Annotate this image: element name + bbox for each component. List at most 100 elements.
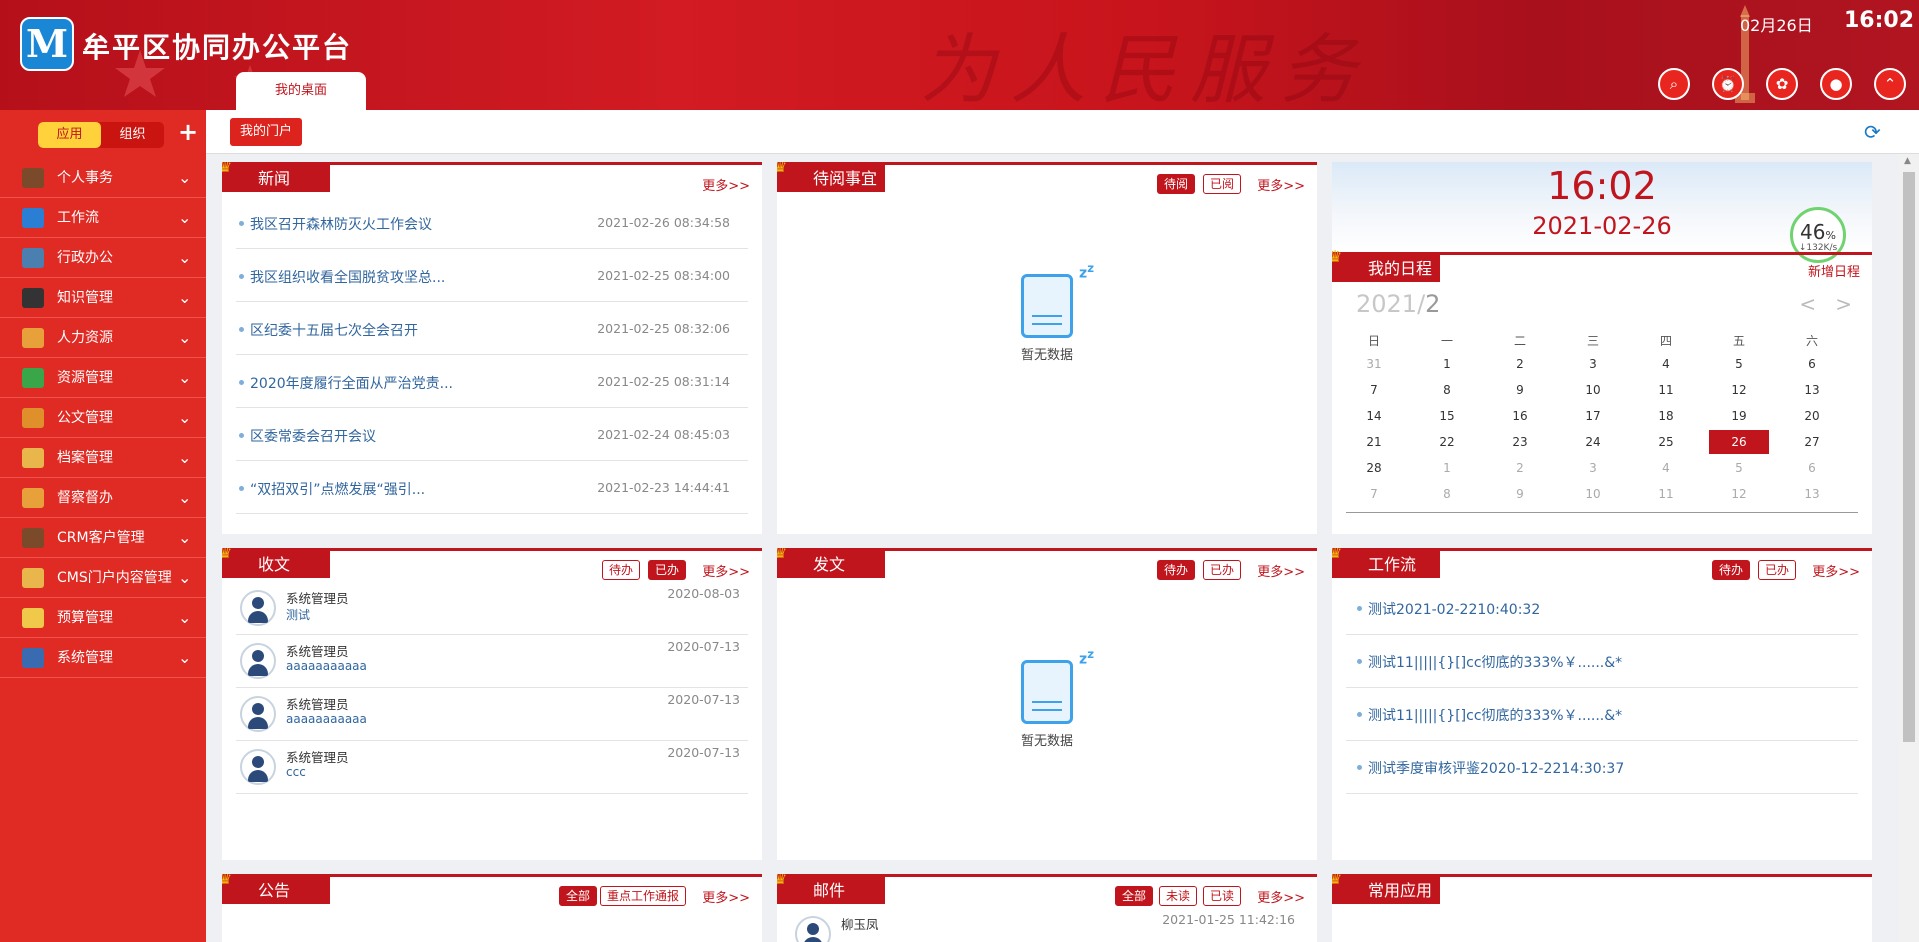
prev-month-icon[interactable]: < <box>1799 292 1816 316</box>
news-row[interactable]: 区纪委十五届七次全会召开 2021-02-25 08:32:06 <box>236 302 748 355</box>
doc-subject[interactable]: aaaaaaaaaaa <box>286 712 367 726</box>
collapse-icon[interactable]: ⌃ <box>1874 68 1906 100</box>
doc-subject[interactable]: 测试 <box>286 606 310 623</box>
calendar-day[interactable]: 16 <box>1490 404 1550 428</box>
sidebar-item[interactable]: CRM客户管理 ⌄ <box>0 518 206 558</box>
workflow-row[interactable]: 测试11|||||{}[]cc彻底的333%￥......&* <box>1346 635 1858 688</box>
calendar-day[interactable]: 7 <box>1344 378 1404 402</box>
news-title[interactable]: 我区组织收看全国脱贫攻坚总... <box>238 267 445 287</box>
workflow-row[interactable]: 测试11|||||{}[]cc彻底的333%￥......&* <box>1346 688 1858 741</box>
workflow-row[interactable]: 测试2021-02-2210:40:32 <box>1346 582 1858 635</box>
skin-icon[interactable]: ✿ <box>1766 68 1798 100</box>
news-title[interactable]: “双招双引”点燃发展“强引... <box>238 479 425 499</box>
refresh-icon[interactable]: ⟳ <box>1864 120 1881 144</box>
segment-org[interactable]: 组织 <box>101 122 164 148</box>
news-row[interactable]: 区委常委会召开会议 2021-02-24 08:45:03 <box>236 408 748 461</box>
received-row[interactable]: 系统管理员 测试 2020-08-03 <box>236 582 748 635</box>
calendar-day[interactable]: 1 <box>1417 352 1477 376</box>
doc-subject[interactable]: ccc <box>286 765 306 779</box>
workflow-title[interactable]: 测试11|||||{}[]cc彻底的333%￥......&* <box>1356 652 1622 672</box>
next-month-icon[interactable]: > <box>1835 292 1852 316</box>
workflow-title[interactable]: 测试11|||||{}[]cc彻底的333%￥......&* <box>1356 705 1622 725</box>
chevron-down-icon[interactable]: ⌄ <box>178 598 191 638</box>
workflow-row[interactable]: 测试季度审核评鉴2020-12-2214:30:37 <box>1346 741 1858 794</box>
calendar-day[interactable]: 19 <box>1709 404 1769 428</box>
scrollbar[interactable]: ▲ <box>1899 154 1919 942</box>
calendar-day[interactable]: 4 <box>1636 456 1696 480</box>
calendar-day[interactable]: 27 <box>1782 430 1842 454</box>
calendar-day[interactable]: 12 <box>1709 482 1769 506</box>
sidebar-item[interactable]: 公文管理 ⌄ <box>0 398 206 438</box>
news-title[interactable]: 2020年度履行全面从严治党责... <box>239 373 453 393</box>
sidebar-item[interactable]: 预算管理 ⌄ <box>0 598 206 638</box>
chevron-down-icon[interactable]: ⌄ <box>178 518 191 558</box>
tab-done[interactable]: 已办 <box>1757 560 1796 580</box>
chevron-down-icon[interactable]: ⌄ <box>178 438 191 478</box>
more-link[interactable]: 更多>> <box>702 175 750 194</box>
more-link[interactable]: 更多>> <box>702 561 750 580</box>
sidebar-item[interactable]: 系统管理 ⌄ <box>0 638 206 678</box>
doc-subject[interactable]: aaaaaaaaaaa <box>286 659 367 673</box>
calendar-day[interactable]: 31 <box>1344 352 1404 376</box>
workflow-title[interactable]: 测试2021-02-2210:40:32 <box>1356 599 1540 619</box>
alarm-icon[interactable]: ⏰ <box>1712 68 1744 100</box>
tab-read[interactable]: 已阅 <box>1202 174 1241 194</box>
more-link[interactable]: 更多>> <box>1257 887 1305 906</box>
tab-unread[interactable]: 未读 <box>1158 886 1197 906</box>
calendar-day[interactable]: 26 <box>1709 430 1769 454</box>
scrollbar-thumb[interactable] <box>1903 172 1915 742</box>
calendar-day[interactable]: 13 <box>1782 482 1842 506</box>
sidebar-item[interactable]: 工作流 ⌄ <box>0 198 206 238</box>
tab-my-desktop[interactable]: 我的桌面 <box>236 72 366 110</box>
calendar-day[interactable]: 11 <box>1636 482 1696 506</box>
chevron-down-icon[interactable]: ⌄ <box>178 398 191 438</box>
add-icon[interactable]: + <box>178 118 198 146</box>
chevron-down-icon[interactable]: ⌄ <box>178 558 191 598</box>
calendar-day[interactable]: 23 <box>1490 430 1550 454</box>
tab-done[interactable]: 已办 <box>1202 560 1241 580</box>
sidebar-item[interactable]: CMS门户内容管理 ⌄ <box>0 558 206 598</box>
chevron-down-icon[interactable]: ⌄ <box>178 318 191 358</box>
calendar-day[interactable]: 6 <box>1782 456 1842 480</box>
news-title[interactable]: 区纪委十五届七次全会召开 <box>239 320 418 340</box>
chevron-down-icon[interactable]: ⌄ <box>178 278 191 318</box>
sidebar-item[interactable]: 督察督办 ⌄ <box>0 478 206 518</box>
calendar-day[interactable]: 2 <box>1490 352 1550 376</box>
more-link[interactable]: 更多>> <box>1257 561 1305 580</box>
more-link[interactable]: 更多>> <box>702 887 750 906</box>
more-link[interactable]: 更多>> <box>1257 175 1305 194</box>
calendar-day[interactable]: 1 <box>1417 456 1477 480</box>
calendar-day[interactable]: 8 <box>1417 378 1477 402</box>
calendar-day[interactable]: 20 <box>1782 404 1842 428</box>
sidebar-item[interactable]: 行政办公 ⌄ <box>0 238 206 278</box>
tab-key-work[interactable]: 重点工作通报 <box>599 886 686 906</box>
chevron-down-icon[interactable]: ⌄ <box>178 638 191 678</box>
calendar-day[interactable]: 13 <box>1782 378 1842 402</box>
tab-done[interactable]: 已办 <box>647 560 686 580</box>
segment-apps[interactable]: 应用 <box>38 122 101 148</box>
user-icon[interactable]: ● <box>1820 68 1852 100</box>
calendar-day[interactable]: 2 <box>1490 456 1550 480</box>
chevron-down-icon[interactable]: ⌄ <box>178 158 191 198</box>
calendar-day[interactable]: 14 <box>1344 404 1404 428</box>
received-row[interactable]: 系统管理员 aaaaaaaaaaa 2020-07-13 <box>236 635 748 688</box>
calendar-day[interactable]: 21 <box>1344 430 1404 454</box>
tab-todo[interactable]: 待办 <box>1156 560 1195 580</box>
calendar-day[interactable]: 11 <box>1636 378 1696 402</box>
received-row[interactable]: 系统管理员 ccc 2020-07-13 <box>236 741 748 794</box>
calendar-day[interactable]: 25 <box>1636 430 1696 454</box>
calendar-day[interactable]: 3 <box>1563 456 1623 480</box>
calendar-day[interactable]: 5 <box>1709 352 1769 376</box>
news-title[interactable]: 我区召开森林防灭火工作会议 <box>239 214 432 234</box>
sidebar-item[interactable]: 个人事务 ⌄ <box>0 158 206 198</box>
news-row[interactable]: 我区组织收看全国脱贫攻坚总... 2021-02-25 08:34:00 <box>236 249 748 302</box>
calendar-day[interactable]: 5 <box>1709 456 1769 480</box>
calendar-day[interactable]: 22 <box>1417 430 1477 454</box>
news-row[interactable]: 我区召开森林防灭火工作会议 2021-02-26 08:34:58 <box>236 196 748 249</box>
sidebar-item[interactable]: 资源管理 ⌄ <box>0 358 206 398</box>
calendar-day[interactable]: 4 <box>1636 352 1696 376</box>
calendar-day[interactable]: 7 <box>1344 482 1404 506</box>
calendar-day[interactable]: 12 <box>1709 378 1769 402</box>
sidebar-item[interactable]: 知识管理 ⌄ <box>0 278 206 318</box>
chevron-down-icon[interactable]: ⌄ <box>178 478 191 518</box>
